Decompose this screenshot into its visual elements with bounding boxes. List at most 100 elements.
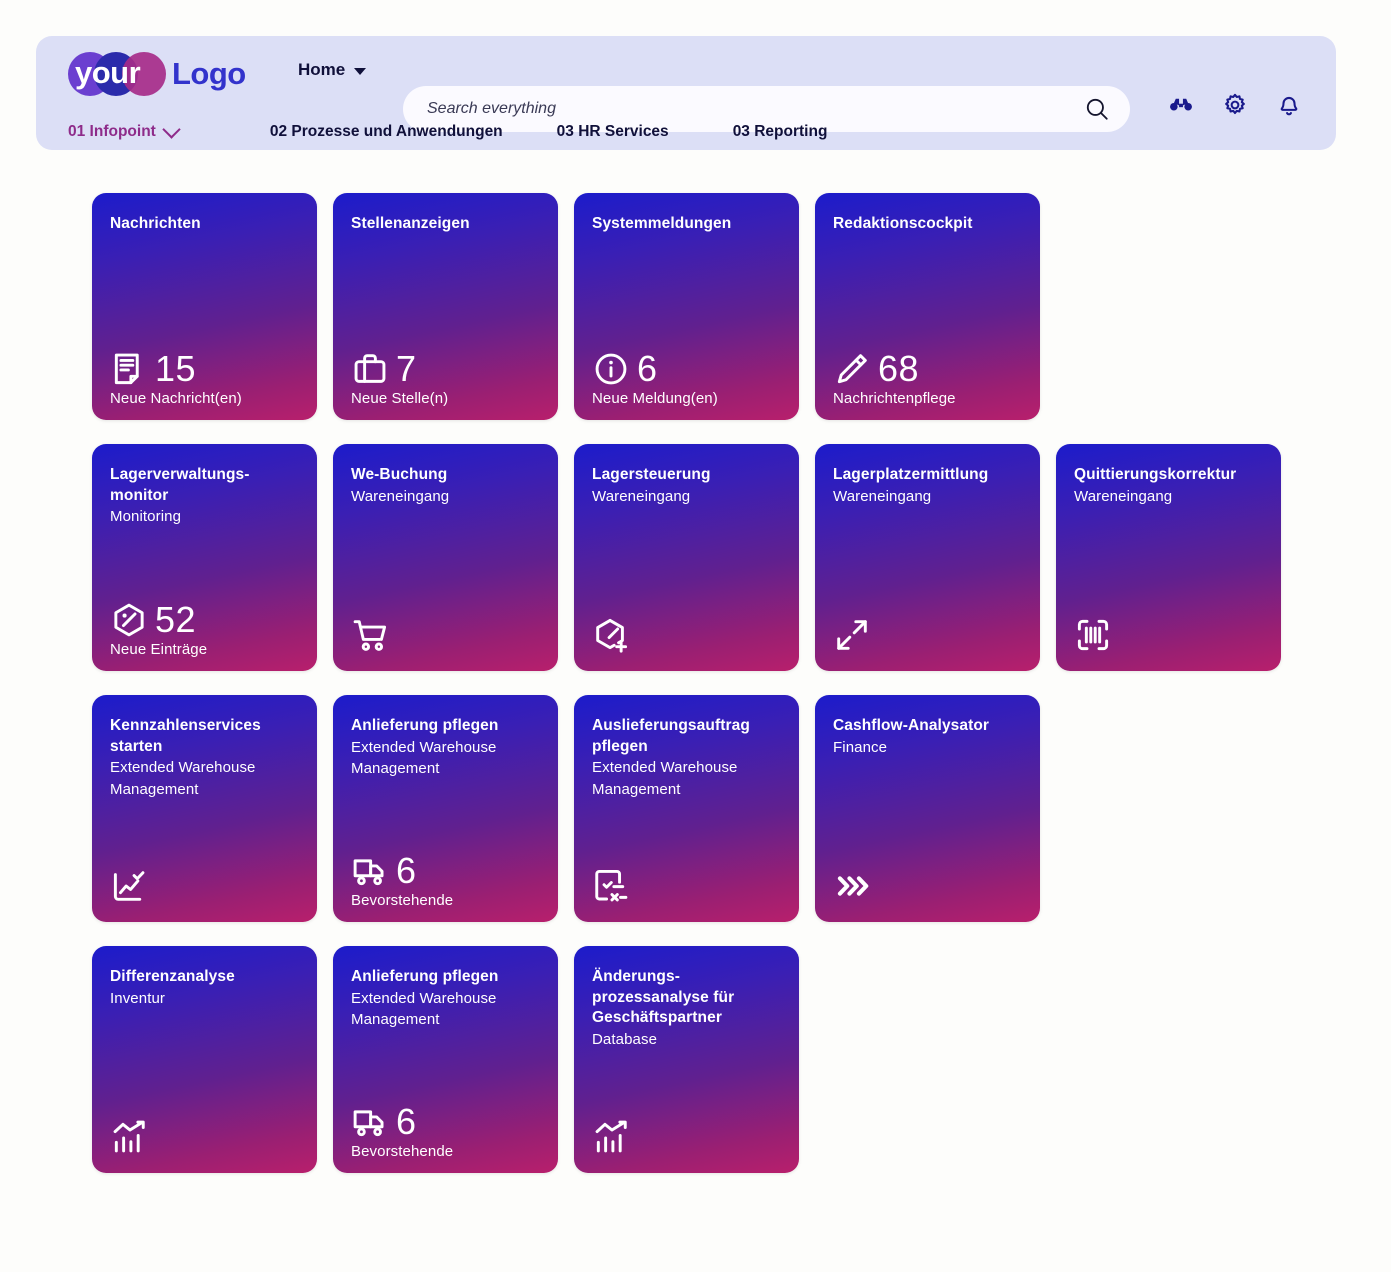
tile-count: 6 xyxy=(637,351,658,387)
tile-card[interactable]: Stellenanzeigen 7 Neue Stelle(n) xyxy=(333,193,558,420)
home-dropdown[interactable]: Home xyxy=(298,60,366,80)
tile-footer xyxy=(592,616,789,658)
main-nav: 01 Infopoint 02 Prozesse und Anwendungen… xyxy=(68,114,827,150)
tile-title: Anlieferung pflegenExtended Warehouse Ma… xyxy=(351,716,544,779)
tile-subtitle: Extended Warehouse Management xyxy=(351,737,544,780)
tile-title: Kennzahlenservices startenExtended Wareh… xyxy=(110,716,303,800)
tile-metric-label: Neue Meldung(en) xyxy=(592,390,789,407)
tile-title: Stellenanzeigen xyxy=(351,214,544,235)
tile-subtitle: Finance xyxy=(833,737,1026,758)
tile-footer xyxy=(1074,616,1271,658)
tile-card[interactable]: Anlieferung pflegenExtended Warehouse Ma… xyxy=(333,695,558,922)
pencil-icon xyxy=(833,350,871,388)
info-circle-icon xyxy=(592,350,630,388)
tile-metric-label: Neue Stelle(n) xyxy=(351,390,548,407)
tile-card[interactable]: DifferenzanalyseInventur xyxy=(92,946,317,1173)
tile-metric-label: Neue Nachricht(en) xyxy=(110,390,307,407)
logo-word-text: Logo xyxy=(172,54,246,94)
tile-metric-label: Nachrichtenpflege xyxy=(833,390,1030,407)
tile-footer: 7 Neue Stelle(n) xyxy=(351,350,548,407)
tile-card[interactable]: Kennzahlenservices startenExtended Wareh… xyxy=(92,695,317,922)
gear-icon[interactable] xyxy=(1222,92,1248,118)
delivery-truck-icon xyxy=(351,852,389,890)
tile-footer: 6Bevorstehende xyxy=(351,852,548,909)
tile-title: Systemmeldungen xyxy=(592,214,785,235)
tile-row: DifferenzanalyseInventur Anlieferung pfle… xyxy=(92,946,1297,1173)
tile-title: Nachrichten xyxy=(110,214,303,235)
tile-title: Cashflow-AnalysatorFinance xyxy=(833,716,1026,758)
nav-item-label: 03 HR Services xyxy=(557,123,669,141)
tile-subtitle: Database xyxy=(592,1029,785,1050)
nav-item-reporting[interactable]: 03 Reporting xyxy=(733,123,828,141)
tile-title: Auslieferungsauftrag pflegenExtended War… xyxy=(592,716,785,800)
tile-card[interactable]: Systemmeldungen 6 Neue Meldung(en) xyxy=(574,193,799,420)
tile-card[interactable]: Lagerverwaltungs-monitorMonitoring 52 Neue… xyxy=(92,444,317,671)
tile-subtitle: Extended Warehouse Management xyxy=(351,988,544,1031)
tile-count: 52 xyxy=(155,602,196,638)
tile-title: QuittierungskorrekturWareneingang xyxy=(1074,465,1267,507)
briefcase-icon xyxy=(351,350,389,388)
delivery-truck-icon xyxy=(351,1103,389,1141)
tile-row: Kennzahlenservices startenExtended Wareh… xyxy=(92,695,1297,922)
bell-icon[interactable] xyxy=(1276,92,1302,118)
logo-your-text: your xyxy=(75,53,185,93)
tile-title: DifferenzanalyseInventur xyxy=(110,967,303,1009)
tile-footer: 68 Nachrichtenpflege xyxy=(833,350,1030,407)
nav-item-prozesse[interactable]: 02 Prozesse und Anwendungen xyxy=(270,123,503,141)
tile-card[interactable]: Anlieferung pflegenExtended Warehouse Ma… xyxy=(333,946,558,1173)
tile-count: 68 xyxy=(878,351,919,387)
tile-card[interactable]: Redaktionscockpit 68 Nachrichtenpflege xyxy=(815,193,1040,420)
barcode-scan-icon xyxy=(1074,616,1112,654)
tile-title: Lagerverwaltungs-monitorMonitoring xyxy=(110,465,303,528)
tile-metric-label: Neue Einträge xyxy=(110,641,307,658)
tile-row: Nachrichten 15 Neue Nachricht(en) Stellenan… xyxy=(92,193,1297,420)
chart-check-icon xyxy=(110,867,148,905)
tile-subtitle: Monitoring xyxy=(110,506,303,527)
tile-footer: 6 Bevorstehende xyxy=(351,1103,548,1160)
nav-item-hr-services[interactable]: 03 HR Services xyxy=(557,123,669,141)
tile-card[interactable]: Änderungs-prozessanalyse für Geschäftspa… xyxy=(574,946,799,1173)
expand-arrows-icon xyxy=(833,616,871,654)
tile-subtitle: Inventur xyxy=(110,988,303,1009)
tile-metric-label: Bevorstehende xyxy=(351,1143,548,1160)
tile-card[interactable]: We-BuchungWareneingang xyxy=(333,444,558,671)
tile-grid: Nachrichten 15 Neue Nachricht(en) Stellenan… xyxy=(92,193,1297,1197)
tile-footer: 6 Neue Meldung(en) xyxy=(592,350,789,407)
tile-title: We-BuchungWareneingang xyxy=(351,465,544,507)
nav-item-infopoint[interactable]: 01 Infopoint xyxy=(68,123,178,141)
binoculars-icon[interactable] xyxy=(1168,92,1194,118)
tile-footer xyxy=(110,867,307,909)
tile-count: 6 xyxy=(396,1104,417,1140)
tile-title: Änderungs-prozessanalyse für Geschäftspa… xyxy=(592,967,785,1050)
tile-row: Lagerverwaltungs-monitorMonitoring 52 Neue… xyxy=(92,444,1297,671)
triple-chevron-right-icon xyxy=(833,867,871,905)
tile-title: Redaktionscockpit xyxy=(833,214,1026,235)
chevron-down-icon xyxy=(162,120,180,138)
task-checklist-icon xyxy=(592,867,630,905)
tile-subtitle: Wareneingang xyxy=(592,486,785,507)
tile-card[interactable]: LagerplatzermittlungWareneingang xyxy=(815,444,1040,671)
tile-count: 6 xyxy=(396,853,417,889)
tile-footer xyxy=(833,867,1030,909)
tile-card[interactable]: Nachrichten 15 Neue Nachricht(en) xyxy=(92,193,317,420)
bar-chart-trend-icon xyxy=(592,1118,630,1156)
tile-card[interactable]: QuittierungskorrekturWareneingang xyxy=(1056,444,1281,671)
nav-item-label: 01 Infopoint xyxy=(68,123,156,141)
tile-footer: 15 Neue Nachricht(en) xyxy=(110,350,307,407)
search-icon[interactable] xyxy=(1084,96,1110,122)
news-document-icon xyxy=(110,350,148,388)
tile-card[interactable]: Auslieferungsauftrag pflegenExtended War… xyxy=(574,695,799,922)
tile-subtitle: Wareneingang xyxy=(833,486,1026,507)
tile-footer: 52 Neue Einträge xyxy=(110,601,307,658)
tile-title: LagerplatzermittlungWareneingang xyxy=(833,465,1026,507)
app-header: your Logo Home xyxy=(36,36,1336,150)
tile-footer xyxy=(833,616,1030,658)
tile-subtitle: Wareneingang xyxy=(351,486,544,507)
logo[interactable]: your Logo xyxy=(68,50,278,98)
tile-count: 7 xyxy=(396,351,417,387)
home-label: Home xyxy=(298,60,345,80)
tile-card[interactable]: Cashflow-AnalysatorFinance xyxy=(815,695,1040,922)
tile-subtitle: Extended Warehouse Management xyxy=(110,757,303,800)
tile-card[interactable]: LagersteuerungWareneingang xyxy=(574,444,799,671)
tile-count: 15 xyxy=(155,351,196,387)
